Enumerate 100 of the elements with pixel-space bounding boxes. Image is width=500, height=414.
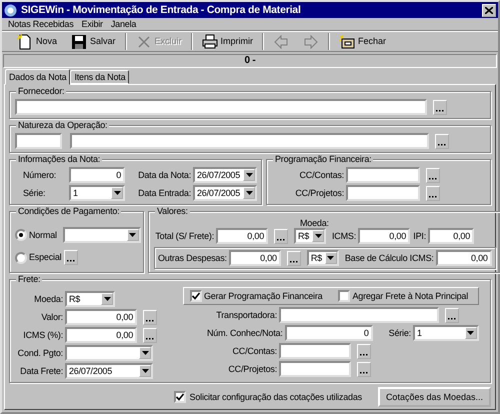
window-title: SIGEWin - Movimentação de Entrada - Compra de Material [21,4,302,16]
input-field[interactable]: 0,00 [65,309,137,325]
input-field[interactable] [70,133,429,149]
input-field[interactable]: 0,00 [65,327,137,343]
group-title: Frete: [16,274,42,285]
check-icon [176,393,184,401]
field-label: IPI: [412,230,426,242]
toolbar-button[interactable]: Imprimir [194,32,260,51]
group-title: Valores: [155,206,190,217]
close-icon [485,6,493,14]
checkbox-label: Gerar Programação Financeira [204,290,322,302]
caret-icon [467,331,474,335]
field-label: Data da Nota: [137,170,191,180]
toolbar-button[interactable]: Nova [10,32,64,51]
input-field[interactable]: 0,00 [216,228,268,244]
menu-item[interactable]: Notas Recebidas [4,19,78,30]
input-field[interactable] [15,99,427,115]
input-field[interactable] [15,133,62,149]
left-arrow-icon [273,34,290,50]
input-field[interactable]: 0 [69,167,125,183]
tab[interactable]: Itens da Nota [70,70,130,84]
input-field[interactable] [279,343,351,359]
field-label: CC/Contas: [298,170,344,180]
field-label: Moeda: [300,219,329,228]
checkbox-label: Agregar Frete à Nota Principal [352,290,468,302]
menu-item[interactable]: Exibir [78,19,107,30]
caret-icon [129,233,136,237]
caret-icon [142,369,148,373]
checkbox[interactable] [174,391,186,403]
lookup-button[interactable] [426,186,440,200]
lookup-button[interactable] [445,308,459,322]
lookup-button[interactable] [143,328,157,342]
field-label: Data Frete: [19,366,63,376]
lookup-button[interactable] [143,310,157,324]
radio-button[interactable] [15,252,27,264]
dropdown[interactable]: 1 [69,185,125,201]
printer-icon [202,34,218,50]
field-label: Série: [388,328,411,338]
lookup-button[interactable] [433,100,447,114]
field-label: Cond. Pgto: [16,348,63,358]
field-label: ICMS: [332,230,356,242]
field-label: CC/Contas: [231,346,277,356]
field-label: Núm. Conhec/Nota: [207,328,283,338]
caret-icon [327,256,334,260]
lookup-button[interactable] [286,250,301,266]
group-title: Fornecedor: [16,86,66,97]
field-label: CC/Projetos: [294,188,344,198]
field-label: Número: [23,170,58,180]
field-label: Outras Despesas: [158,252,227,264]
field-label: Base de Cálculo ICMS: [344,252,434,264]
dropdown[interactable]: 26/07/2005 [65,363,153,379]
group-title: Programação Financeira: [273,154,374,165]
toolbar-button[interactable]: Fechar [332,32,394,51]
dropdown[interactable]: R$ [306,250,339,266]
menu-item[interactable]: Janela [106,19,140,30]
caret-icon [246,191,252,195]
check-icon [192,292,200,300]
dropdown[interactable]: 26/07/2005 [193,185,257,201]
caret-icon [314,234,322,238]
close-button[interactable] [482,4,496,16]
group-title: Natureza da Operação: [16,120,110,131]
lookup-button[interactable] [357,344,371,358]
dropdown[interactable]: R$ [294,228,326,244]
group-title: Condições de Pagamento: [16,206,122,217]
caret-icon [142,351,148,355]
lookup-button[interactable] [426,168,440,182]
checkbox[interactable] [190,290,202,302]
input-field[interactable]: 0,00 [228,250,281,266]
input-field[interactable] [346,167,420,183]
input-field[interactable]: 0,00 [358,228,410,244]
input-field[interactable] [279,307,439,323]
dropdown[interactable]: 26/07/2005 [193,167,257,183]
dropdown[interactable]: 1 [412,325,479,341]
field-label: Transportadora: [215,310,277,320]
lookup-button[interactable] [64,250,78,265]
dropdown[interactable] [62,227,141,243]
lookup-button[interactable] [435,134,449,148]
radio-label: Normal [29,230,57,240]
field-label: Total (S/ Frete): [154,230,214,242]
input-field[interactable]: 0,00 [436,250,492,266]
record-header: 0 - [3,54,497,68]
checkbox[interactable] [338,290,350,302]
group-title: Informações da Nota: [16,154,102,165]
toolbar-button[interactable]: Salvar [64,32,123,51]
radio-button[interactable] [15,229,27,241]
checkbox-label: Solicitar configuração das cotações utilizadas [190,392,362,402]
input-field[interactable] [279,361,351,377]
field-label: CC/Projetos: [227,364,277,374]
cotacoes-button[interactable]: Cotações das Moedas... [378,387,491,407]
input-field[interactable]: 0 [284,325,373,341]
app-icon [4,4,17,16]
lookup-button[interactable] [274,228,288,244]
field-label: Valor: [40,312,63,322]
right-arrow-icon [303,34,320,50]
lookup-button[interactable] [357,362,371,376]
tab[interactable]: Dados da Nota [5,69,70,85]
radio-label: Especial [29,252,62,263]
input-field[interactable] [346,185,420,201]
input-field[interactable]: 0,00 [428,228,474,244]
dropdown[interactable]: R$ [65,291,115,307]
